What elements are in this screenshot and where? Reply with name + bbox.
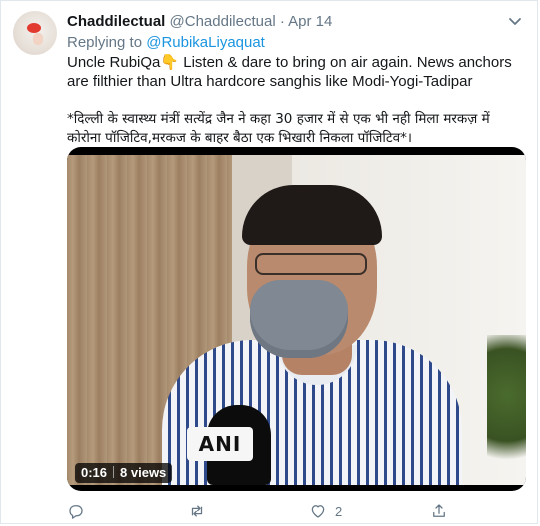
share-icon: [433, 504, 445, 517]
header-separator: ·: [279, 13, 285, 30]
tweet-header: Chaddilectual @Chaddilectual · Apr 14: [67, 12, 332, 32]
heart-icon: [311, 505, 325, 518]
video-frame[interactable]: ANI: [67, 155, 526, 485]
replying-to-mention[interactable]: @RubikaLiyaquat: [146, 34, 265, 51]
tweet-text: Uncle RubiQa👇 Listen & dare to bring on …: [67, 53, 527, 148]
replying-to-line: Replying to @RubikaLiyaquat: [67, 33, 265, 53]
retweet-icon: [191, 505, 203, 517]
replying-to-label: Replying to: [67, 34, 143, 51]
reply-icon: [69, 505, 83, 519]
video-duration: 0:16: [81, 465, 108, 480]
tweet-text-english: Uncle RubiQa👇 Listen & dare to bring on …: [67, 54, 512, 90]
like-count: 2: [335, 503, 343, 519]
author-avatar[interactable]: [13, 11, 57, 55]
retweet-button[interactable]: [188, 501, 214, 521]
video-player[interactable]: ANI 0:16 8 views: [67, 147, 526, 491]
author-handle[interactable]: @Chaddilectual: [170, 13, 276, 30]
author-name[interactable]: Chaddilectual: [67, 13, 165, 30]
chevron-down-icon[interactable]: [507, 13, 523, 29]
video-views: 8 views: [120, 465, 167, 480]
tweet-text-hindi: *दिल्ली के स्वास्थ्य मंत्रीं सत्येंद्र ज…: [67, 111, 490, 146]
like-button[interactable]: 2: [309, 501, 342, 521]
share-button[interactable]: [430, 501, 456, 521]
tweet-actions: 2: [67, 501, 527, 521]
reply-button[interactable]: [67, 501, 93, 521]
tweet-card[interactable]: Chaddilectual @Chaddilectual · Apr 14 Re…: [0, 0, 538, 524]
tweet-date[interactable]: Apr 14: [288, 13, 332, 30]
video-info-badge: 0:16 8 views: [75, 463, 173, 483]
ani-mic-logo: ANI: [187, 427, 253, 461]
